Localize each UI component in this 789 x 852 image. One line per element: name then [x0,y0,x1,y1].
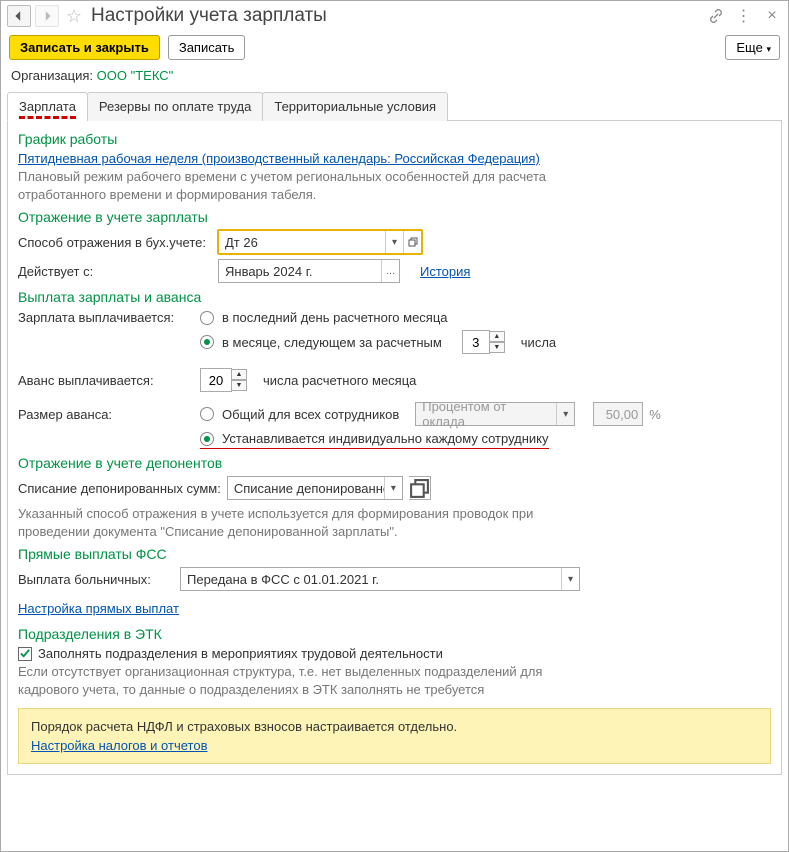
etk-checkbox[interactable]: Заполнять подразделения в мероприятиях т… [18,646,771,661]
advance-day-input[interactable] [200,368,232,392]
advance-label: Аванс выплачивается: [18,373,194,388]
section-payout: Выплата зарплаты и аванса [18,289,771,305]
radio-size-common[interactable]: Общий для всех сотрудников [200,407,399,422]
info-box: Порядок расчета НДФЛ и страховых взносов… [18,708,771,764]
deponent-open-icon[interactable] [409,476,431,500]
effective-ellipsis-icon[interactable]: … [381,260,399,282]
effective-field[interactable]: Январь 2024 г. … [218,259,400,283]
method-value: Дт 26 [219,235,385,250]
schedule-link[interactable]: Пятидневная рабочая неделя (производстве… [18,151,540,166]
chevron-down-icon[interactable]: ▾ [561,568,579,590]
section-etk: Подразделения в ЭТК [18,626,771,642]
chevron-down-icon: ▾ [556,403,574,425]
spinner-down-icon[interactable]: ▼ [231,380,247,391]
tab-territorial[interactable]: Территориальные условия [262,92,448,121]
chevron-down-icon[interactable]: ▾ [384,477,402,499]
tab-strip: Зарплата Резервы по оплате труда Террито… [7,91,782,121]
method-label: Способ отражения в бух.учете: [18,235,212,250]
effective-label: Действует с: [18,264,212,279]
salary-day-suffix: числа [521,335,556,350]
forward-button[interactable] [35,5,59,27]
size-method-combo: Процентом от оклада ▾ [415,402,575,426]
spinner-up-icon[interactable]: ▲ [489,331,505,342]
fss-label: Выплата больничных: [18,572,174,587]
method-dropdown-icon[interactable]: ▾ [385,231,403,253]
link-icon[interactable] [708,8,724,24]
info-text: Порядок расчета НДФЛ и страховых взносов… [31,719,758,734]
deponent-note: Указанный способ отражения в учете испол… [18,505,568,540]
deponent-field[interactable]: Списание депонированно ▾ [227,476,403,500]
salary-day-input[interactable] [462,330,490,354]
save-close-button[interactable]: Записать и закрыть [9,35,160,60]
section-schedule: График работы [18,131,771,147]
fss-settings-link[interactable]: Настройка прямых выплат [18,601,179,616]
tax-settings-link[interactable]: Настройка налогов и отчетов [31,738,207,753]
radio-last-day[interactable]: в последний день расчетного месяца [200,310,448,325]
radio-size-individual[interactable]: Устанавливается индивидуально каждому со… [200,431,549,449]
save-button[interactable]: Записать [168,35,246,60]
page-title: Настройки учета зарплаты [91,5,327,27]
close-icon[interactable]: × [764,8,780,24]
method-open-icon[interactable] [403,231,421,253]
tab-reserves[interactable]: Резервы по оплате труда [87,92,263,121]
section-accounting: Отражение в учете зарплаты [18,209,771,225]
tab-salary[interactable]: Зарплата [7,92,88,121]
org-value: ООО "ТЕКС" [97,68,174,83]
salary-pay-label: Зарплата выплачивается: [18,310,194,325]
spinner-up-icon[interactable]: ▲ [231,369,247,380]
favorite-star-icon[interactable]: ☆ [63,5,85,27]
kebab-menu-icon[interactable]: ⋮ [736,8,752,24]
more-button[interactable]: Еще ▾ [725,35,780,60]
schedule-note: Плановый режим рабочего времени с учетом… [18,168,568,203]
advance-suffix: числа расчетного месяца [263,373,416,388]
size-pct-input [593,402,643,426]
method-field[interactable]: Дт 26 ▾ [218,230,422,254]
back-button[interactable] [7,5,31,27]
history-link[interactable]: История [420,264,470,279]
section-deponent: Отражение в учете депонентов [18,455,771,471]
radio-next-month[interactable]: в месяце, следующем за расчетным [200,335,442,350]
spinner-down-icon[interactable]: ▼ [489,342,505,353]
deponent-label: Списание депонированных сумм: [18,481,221,496]
checkbox-icon [18,647,32,661]
etk-note: Если отсутствует организационная структу… [18,663,578,698]
advance-size-label: Размер аванса: [18,407,194,422]
fss-field[interactable]: Передана в ФСС с 01.01.2021 г. ▾ [180,567,580,591]
org-label: Организация: [11,68,93,83]
section-fss: Прямые выплаты ФСС [18,546,771,562]
pct-sign: % [649,407,661,422]
